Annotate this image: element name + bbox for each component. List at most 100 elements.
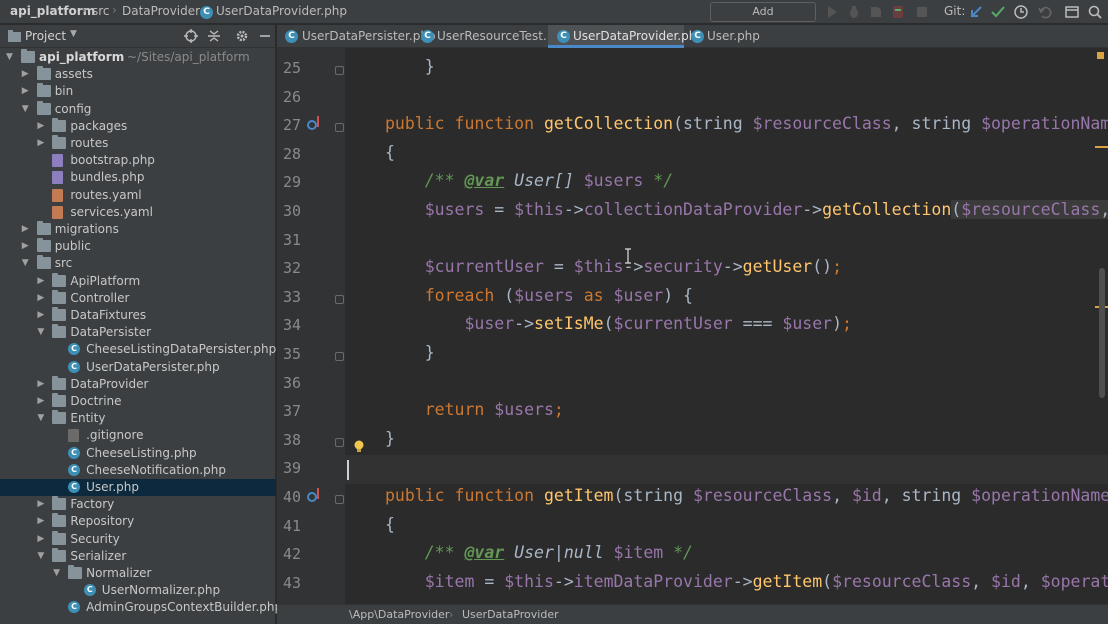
- class-crumb[interactable]: UserDataProvider: [462, 608, 559, 621]
- gear-icon[interactable]: [235, 29, 249, 43]
- code-line[interactable]: $users = $this->collectionDataProvider->…: [385, 200, 1108, 219]
- tree-folder[interactable]: ▶ Factory: [0, 496, 276, 513]
- chevron-right-icon[interactable]: ▶: [37, 378, 47, 390]
- coverage-icon[interactable]: [868, 4, 884, 20]
- code-line[interactable]: /** @var User[] $users */: [385, 171, 673, 190]
- line-number[interactable]: 40: [277, 488, 301, 506]
- tree-folder[interactable]: ▶ Security: [0, 530, 276, 548]
- code-line[interactable]: public function getCollection(string $re…: [385, 114, 1108, 133]
- chevron-down-icon[interactable]: ▼: [6, 51, 16, 63]
- tree-file[interactable]: C CheeseNotification.php: [0, 462, 276, 479]
- tree-folder[interactable]: ▶ migrations: [0, 221, 276, 238]
- tree-folder[interactable]: ▶ DataFixtures: [0, 307, 276, 324]
- line-number[interactable]: 26: [277, 88, 301, 106]
- namespace-crumb[interactable]: \App\DataProvider: [349, 608, 449, 621]
- chevron-right-icon[interactable]: ▶: [37, 395, 47, 407]
- tree-folder[interactable]: ▼ Normalizer: [0, 565, 276, 582]
- tree-folder[interactable]: ▶ routes: [0, 135, 276, 152]
- tree-file[interactable]: bundles.php: [0, 169, 276, 186]
- chevron-right-icon[interactable]: ▶: [37, 533, 47, 545]
- chevron-right-icon[interactable]: ▶: [37, 309, 47, 321]
- tree-folder[interactable]: ▶ ApiPlatform: [0, 272, 276, 290]
- project-view-selector[interactable]: Project: [25, 29, 66, 43]
- line-number[interactable]: 33: [277, 288, 301, 306]
- line-number[interactable]: 41: [277, 517, 301, 535]
- tree-file[interactable]: C CheeseListingDataPersister.php: [0, 341, 276, 358]
- line-number[interactable]: 36: [277, 374, 301, 392]
- tab-userdatapersister[interactable]: C UserDataPersister.php: [277, 25, 436, 48]
- add-configuration-button[interactable]: Add Configuration...: [710, 2, 816, 36]
- line-number[interactable]: 27: [277, 116, 301, 134]
- tree-folder[interactable]: ▼ api_platform ~/Sites/api_platform: [0, 49, 276, 66]
- line-number[interactable]: 43: [277, 574, 301, 592]
- line-number[interactable]: 25: [277, 59, 301, 77]
- line-number[interactable]: 30: [277, 202, 301, 220]
- tab-userresourcetest[interactable]: C UserResourceTest.php: [413, 25, 570, 48]
- code-line[interactable]: $user->setIsMe($currentUser === $user);: [385, 314, 851, 333]
- search-icon[interactable]: [1087, 4, 1103, 20]
- code-line[interactable]: $currentUser = $this->security->getUser(…: [385, 257, 842, 276]
- chevron-down-icon[interactable]: ▼: [37, 412, 47, 424]
- tree-file[interactable]: C UserNormalizer.php: [0, 582, 276, 599]
- tree-folder[interactable]: ▼ Serializer: [0, 547, 276, 565]
- line-number[interactable]: 31: [277, 231, 301, 249]
- code-line[interactable]: public function getItem(string $resource…: [385, 486, 1108, 505]
- git-update-icon[interactable]: [968, 4, 984, 20]
- line-number[interactable]: 34: [277, 316, 301, 334]
- code-line[interactable]: /** @var User|null $item */: [385, 543, 693, 562]
- chevron-right-icon[interactable]: ▶: [37, 275, 47, 287]
- code-line[interactable]: }: [385, 429, 395, 448]
- tree-folder[interactable]: ▶ public: [0, 238, 276, 255]
- code-line[interactable]: {: [385, 515, 395, 534]
- vertical-scrollbar[interactable]: [1099, 268, 1105, 398]
- code-line[interactable]: $item = $this->itemDataProvider->getItem…: [385, 572, 1108, 591]
- implements-method-icon[interactable]: [307, 492, 317, 502]
- line-number[interactable]: 42: [277, 545, 301, 563]
- tab-userdataprovider[interactable]: C UserDataProvider.php: [548, 25, 704, 48]
- code-line[interactable]: }: [385, 57, 435, 76]
- tree-file[interactable]: services.yaml: [0, 204, 276, 221]
- tree-folder[interactable]: ▶ DataProvider: [0, 375, 276, 393]
- chevron-right-icon[interactable]: ▶: [37, 498, 47, 510]
- warning-marker[interactable]: [1097, 52, 1104, 59]
- breadcrumb-file[interactable]: UserDataProvider.php: [216, 4, 347, 18]
- chevron-down-icon[interactable]: ▼: [22, 103, 32, 115]
- chevron-right-icon[interactable]: ▶: [22, 85, 32, 97]
- fold-toggle-icon[interactable]: [335, 495, 344, 504]
- tree-file[interactable]: C AdminGroupsContextBuilder.php: [0, 599, 282, 616]
- line-number[interactable]: 32: [277, 259, 301, 277]
- fold-toggle-icon[interactable]: [335, 352, 344, 361]
- line-number[interactable]: 39: [277, 459, 301, 477]
- implements-method-icon[interactable]: [307, 120, 317, 131]
- git-history-icon[interactable]: [1013, 4, 1029, 20]
- chevron-right-icon[interactable]: ▶: [37, 292, 47, 304]
- chevron-right-icon[interactable]: ▶: [37, 137, 47, 149]
- tree-file[interactable]: C UserDataPersister.php: [0, 359, 276, 376]
- run-icon[interactable]: [824, 4, 840, 20]
- line-number[interactable]: 28: [277, 145, 301, 163]
- git-commit-icon[interactable]: [990, 4, 1006, 20]
- tree-folder[interactable]: ▶ bin: [0, 83, 276, 100]
- code-line[interactable]: }: [385, 343, 435, 362]
- tree-folder[interactable]: ▼ DataPersister: [0, 324, 276, 341]
- profile-icon[interactable]: [890, 4, 906, 20]
- breadcrumb-dataprovider[interactable]: DataProvider: [122, 4, 200, 18]
- tree-folder[interactable]: ▶ Repository: [0, 513, 276, 530]
- fold-toggle-icon[interactable]: [335, 66, 344, 75]
- chevron-down-icon[interactable]: ▼: [70, 29, 77, 39]
- tree-file[interactable]: C User.php: [0, 479, 276, 496]
- chevron-down-icon[interactable]: ▼: [37, 550, 47, 562]
- hide-panel-icon[interactable]: [258, 29, 272, 43]
- stop-icon[interactable]: [914, 4, 930, 20]
- line-number[interactable]: 37: [277, 402, 301, 420]
- tree-folder[interactable]: ▶ Controller: [0, 289, 276, 307]
- tree-file[interactable]: bootstrap.php: [0, 152, 276, 169]
- chevron-down-icon[interactable]: ▼: [22, 257, 32, 269]
- tree-file[interactable]: .gitignore: [0, 427, 276, 444]
- tab-user[interactable]: C User.php: [684, 25, 764, 48]
- code-line[interactable]: foreach ($users as $user) {: [385, 286, 693, 305]
- tree-folder[interactable]: ▼ config: [0, 100, 276, 118]
- chevron-right-icon[interactable]: ▶: [37, 120, 47, 132]
- debug-icon[interactable]: [846, 4, 862, 20]
- chevron-right-icon[interactable]: ▶: [22, 240, 32, 252]
